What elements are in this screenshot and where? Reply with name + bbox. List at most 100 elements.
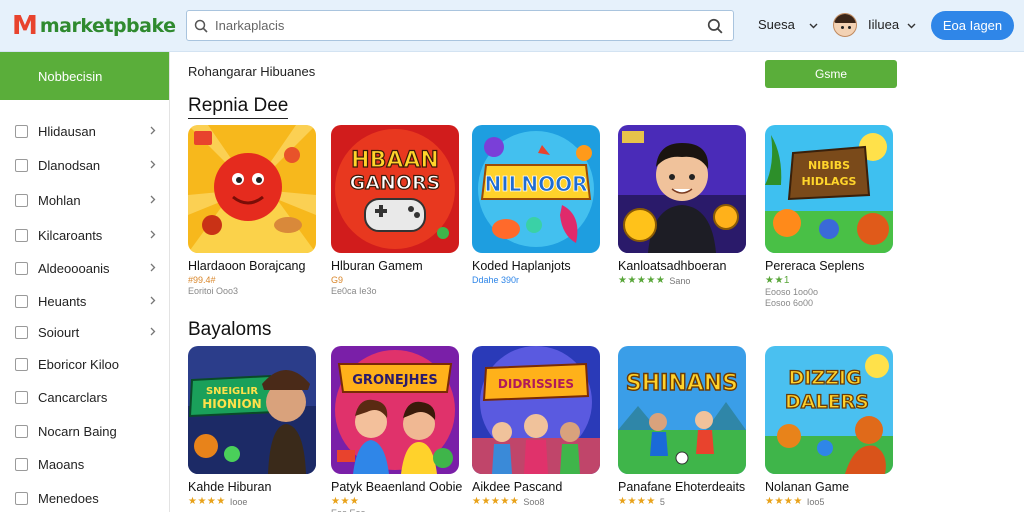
game-meta: ★★★★ 5 — [618, 496, 750, 507]
sidebar-header[interactable]: Nobbecisin — [0, 52, 169, 100]
game-thumbnail[interactable]: DIZZIGDALERSDIZZIG DALERS — [765, 346, 893, 474]
category-checkbox[interactable] — [15, 491, 28, 505]
sidebar-item[interactable]: Eboricor Kiloo — [0, 349, 169, 379]
game-thumbnail[interactable]: NIBIBSHIDLAGSNIBIBS HIDLAGS — [765, 125, 893, 253]
game-card[interactable]: NIBIBSHIDLAGSNIBIBS HIDLAGS Pereraca Sepl… — [765, 125, 897, 308]
avatar[interactable] — [833, 13, 857, 37]
category-checkbox[interactable] — [15, 124, 28, 138]
svg-text:HIDLAGS: HIDLAGS — [802, 175, 857, 188]
svg-text:DIDRISSIES: DIDRISSIES — [498, 377, 574, 391]
game-card[interactable]: NILNOORNILNOOR Koded Haplanjots Ddahe 390r — [472, 125, 604, 285]
category-checkbox[interactable] — [15, 390, 28, 404]
category-checkbox[interactable] — [15, 228, 28, 242]
category-checkbox[interactable] — [15, 424, 28, 438]
sidebar-item[interactable]: Nocarn Baing — [0, 416, 169, 446]
svg-text:GANORS: GANORS — [350, 172, 441, 194]
game-title[interactable]: Hlburan Gamem — [331, 259, 463, 273]
game-title[interactable]: Aikdee Pascand — [472, 480, 604, 494]
game-meta: ★★★★ Ioo5 — [765, 496, 897, 507]
chevron-right-icon — [150, 158, 156, 172]
rating-stars: ★★★ — [331, 496, 360, 507]
category-sidebar: Nobbecisin Hlidausan Dlanodsan Mohlan Kilca… — [0, 52, 170, 512]
game-thumbnail[interactable]: GRONEJHESGRONEJHES — [331, 346, 459, 474]
sidebar-item[interactable]: Hlidausan — [0, 116, 169, 146]
svg-text:DALERS: DALERS — [785, 391, 869, 413]
login-button[interactable]: Eoa Iagen — [931, 11, 1014, 40]
game-thumbnail[interactable]: SHINANSSHINANS — [618, 346, 746, 474]
game-card[interactable]: DIZZIGDALERSDIZZIG DALERS Nolanan Game ★★★… — [765, 346, 897, 507]
sidebar-item[interactable]: Cancarclars — [0, 382, 169, 412]
category-checkbox[interactable] — [15, 193, 28, 207]
marketplace-logo[interactable]: M marketpbake — [12, 11, 176, 41]
game-title[interactable]: Nolanan Game — [765, 480, 897, 494]
game-title[interactable]: Panafane Ehoterdeaits — [618, 480, 750, 494]
game-card[interactable]: GRONEJHESGRONEJHES Patyk Beaenland Oobie ★… — [331, 346, 463, 512]
sidebar-item[interactable]: Heuants — [0, 286, 169, 316]
top-header: M marketpbake Suesa Iiluea Eoa Iagen — [0, 0, 1024, 52]
user-menu-label: Iiluea — [868, 17, 900, 32]
chevron-right-icon — [150, 228, 156, 242]
chevron-right-icon — [150, 193, 156, 207]
game-title[interactable]: Kanloatsadhboeran — [618, 259, 750, 273]
game-meta: ★★★★ Iooe — [188, 496, 320, 507]
sidebar-item-label: Heuants — [38, 293, 87, 309]
game-card[interactable]: Kanloatsadhboeran ★★★★★ Sano — [618, 125, 750, 286]
sidebar-item[interactable]: Mohlan — [0, 185, 169, 215]
game-meta-value: Ddahe 390r — [472, 275, 520, 285]
game-thumbnail[interactable]: DIDRISSIESDIDRISSIES — [472, 346, 600, 474]
sidebar-item-label: Nocarn Baing — [38, 423, 117, 439]
game-card[interactable]: SHINANSSHINANS Panafane Ehoterdeaits ★★★★5 — [618, 346, 750, 507]
game-thumbnail[interactable] — [618, 125, 746, 253]
game-thumbnail[interactable] — [188, 125, 316, 253]
chevron-down-icon — [809, 17, 818, 32]
game-title[interactable]: Patyk Beaenland Oobie — [331, 480, 463, 494]
game-thumbnail[interactable]: HBAANGANORSHBAAN GANORS — [331, 125, 459, 253]
game-meta-secondary: Eoo Eoo — [331, 508, 463, 512]
game-title[interactable]: Koded Haplanjots — [472, 259, 604, 273]
svg-text:NILNOOR: NILNOOR — [484, 172, 587, 196]
game-title[interactable]: Kahde Hiburan — [188, 480, 320, 494]
sidebar-item[interactable]: Dlanodsan — [0, 150, 169, 180]
game-title[interactable]: Hlardaoon Borajcang — [188, 259, 320, 273]
sidebar-item-label: Menedoes — [38, 490, 99, 506]
category-checkbox[interactable] — [15, 357, 28, 371]
sidebar-item[interactable]: Maoans — [0, 449, 169, 479]
rating-stars: ★★★★ — [188, 496, 226, 507]
header-dropdown-label: Suesa — [758, 17, 795, 32]
game-thumbnail[interactable]: SNEIGLIRHIONIONSNEIGLIR HIONION — [188, 346, 316, 474]
game-title[interactable]: Pereraca Seplens — [765, 259, 897, 273]
game-meta-value: Sano — [669, 275, 691, 286]
game-meta-value: G9 — [331, 275, 344, 285]
category-checkbox[interactable] — [15, 294, 28, 308]
category-checkbox[interactable] — [15, 325, 28, 339]
section-title-popular: Bayaloms — [188, 319, 272, 340]
header-dropdown[interactable]: Suesa — [758, 17, 818, 32]
game-card[interactable]: DIDRISSIESDIDRISSIES Aikdee Pascand ★★★★★S… — [472, 346, 604, 507]
game-meta: Ddahe 390r — [472, 275, 604, 285]
category-checkbox[interactable] — [15, 261, 28, 275]
game-meta: ★★★★★ Soo8 — [472, 496, 604, 507]
game-meta-secondary: Eooso 1oo0o — [765, 287, 819, 297]
game-card[interactable]: Hlardaoon Borajcang #99.4# Eoritoi Ooo3 — [188, 125, 320, 296]
game-card[interactable]: HBAANGANORSHBAAN GANORS Hlburan Gamem G9Ee… — [331, 125, 463, 296]
game-meta: ★★1 — [765, 275, 897, 286]
sidebar-item-label: Maoans — [38, 456, 85, 472]
game-meta-tertiary: Eosoo 6o00 — [765, 298, 814, 308]
sidebar-item[interactable]: Soiourt — [0, 317, 169, 347]
game-thumbnail[interactable]: NILNOORNILNOOR — [472, 125, 600, 253]
sidebar-item-label: Eboricor Kiloo — [38, 356, 119, 372]
search-submit-icon[interactable] — [697, 18, 733, 34]
sidebar-item[interactable]: Kilcaroants — [0, 220, 169, 250]
rating-stars: ★★★★ — [618, 496, 656, 507]
search-input[interactable] — [215, 18, 697, 33]
sidebar-item[interactable]: Aldeoooanis — [0, 253, 169, 283]
game-button[interactable]: Gsme — [765, 60, 897, 88]
category-checkbox[interactable] — [15, 158, 28, 172]
user-menu[interactable]: Iiluea — [868, 17, 916, 32]
category-checkbox[interactable] — [15, 457, 28, 471]
sidebar-item[interactable]: Menedoes — [0, 483, 169, 512]
rating-stars: ★★★★ — [765, 496, 803, 507]
game-meta-value: Ioo5 — [806, 496, 825, 507]
game-card[interactable]: SNEIGLIRHIONIONSNEIGLIR HIONION Kahde Hib… — [188, 346, 320, 507]
svg-text:SNEIGLIR: SNEIGLIR — [206, 386, 258, 397]
